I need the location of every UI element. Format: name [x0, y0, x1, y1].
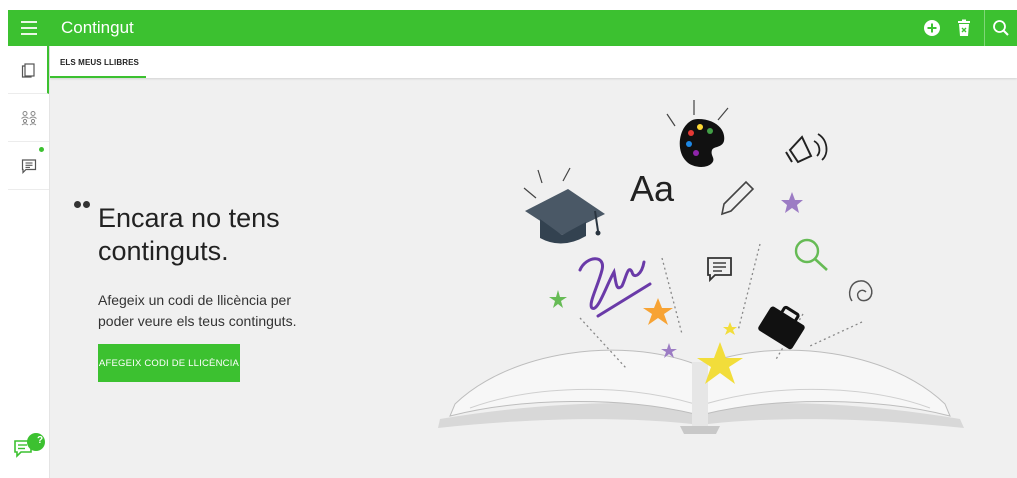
- star-yellow-small: [723, 322, 737, 335]
- tab-els-meus-llibres[interactable]: ELS MEUS LLIBRES: [50, 46, 149, 78]
- sidebar: ?: [8, 46, 50, 478]
- messages-icon: [21, 158, 36, 174]
- top-bar: Contingut: [8, 10, 1017, 46]
- briefcase-icon: [758, 305, 805, 350]
- top-actions: [916, 10, 1017, 46]
- sidebar-item-books[interactable]: [8, 46, 49, 94]
- decorative-dots: [74, 195, 92, 213]
- app-window: Contingut ? ELS MEUS LLIBRES Encara no t…: [0, 0, 1017, 478]
- palette-icon: [666, 100, 729, 167]
- spiral-icon: [848, 280, 873, 302]
- menu-icon[interactable]: [8, 10, 49, 46]
- delete-icon[interactable]: [948, 10, 980, 46]
- notification-dot: [39, 147, 44, 152]
- add-license-code-button[interactable]: AFEGEIX CODI DE LLICÈNCIA: [98, 344, 240, 382]
- active-tab-indicator: [50, 76, 146, 78]
- star-green: [549, 290, 567, 308]
- star-orange: [643, 298, 673, 325]
- chat-bubble-icon: [707, 257, 732, 283]
- signature-scribble: [578, 257, 652, 318]
- empty-state-description: Afegeix un codi de llicència per poder v…: [98, 292, 297, 329]
- letters-aa: Aa: [630, 168, 675, 209]
- app-title: Contingut: [61, 18, 134, 37]
- pencil-icon: [720, 180, 755, 216]
- main-content: Encara no tens continguts. Afegeix un co…: [50, 78, 1017, 478]
- speaker-icon: [785, 133, 828, 164]
- books-icon: [21, 62, 35, 78]
- open-book-illustration: Aa: [438, 100, 964, 434]
- magnifier-icon: [794, 238, 828, 271]
- graduation-cap-icon: [523, 167, 605, 244]
- open-book-image: [438, 349, 964, 434]
- add-circle-icon[interactable]: [916, 10, 948, 46]
- star-purple-right: [781, 192, 803, 213]
- help-chat-button[interactable]: ?: [12, 432, 46, 458]
- groups-icon: [20, 110, 37, 125]
- sidebar-item-groups[interactable]: [8, 94, 49, 142]
- search-icon[interactable]: [985, 10, 1017, 46]
- empty-state-title: Encara no tens continguts.: [98, 203, 280, 266]
- help-badge: ?: [36, 435, 44, 446]
- sidebar-item-messages[interactable]: [8, 142, 49, 190]
- tab-bar: ELS MEUS LLIBRES: [50, 46, 1017, 78]
